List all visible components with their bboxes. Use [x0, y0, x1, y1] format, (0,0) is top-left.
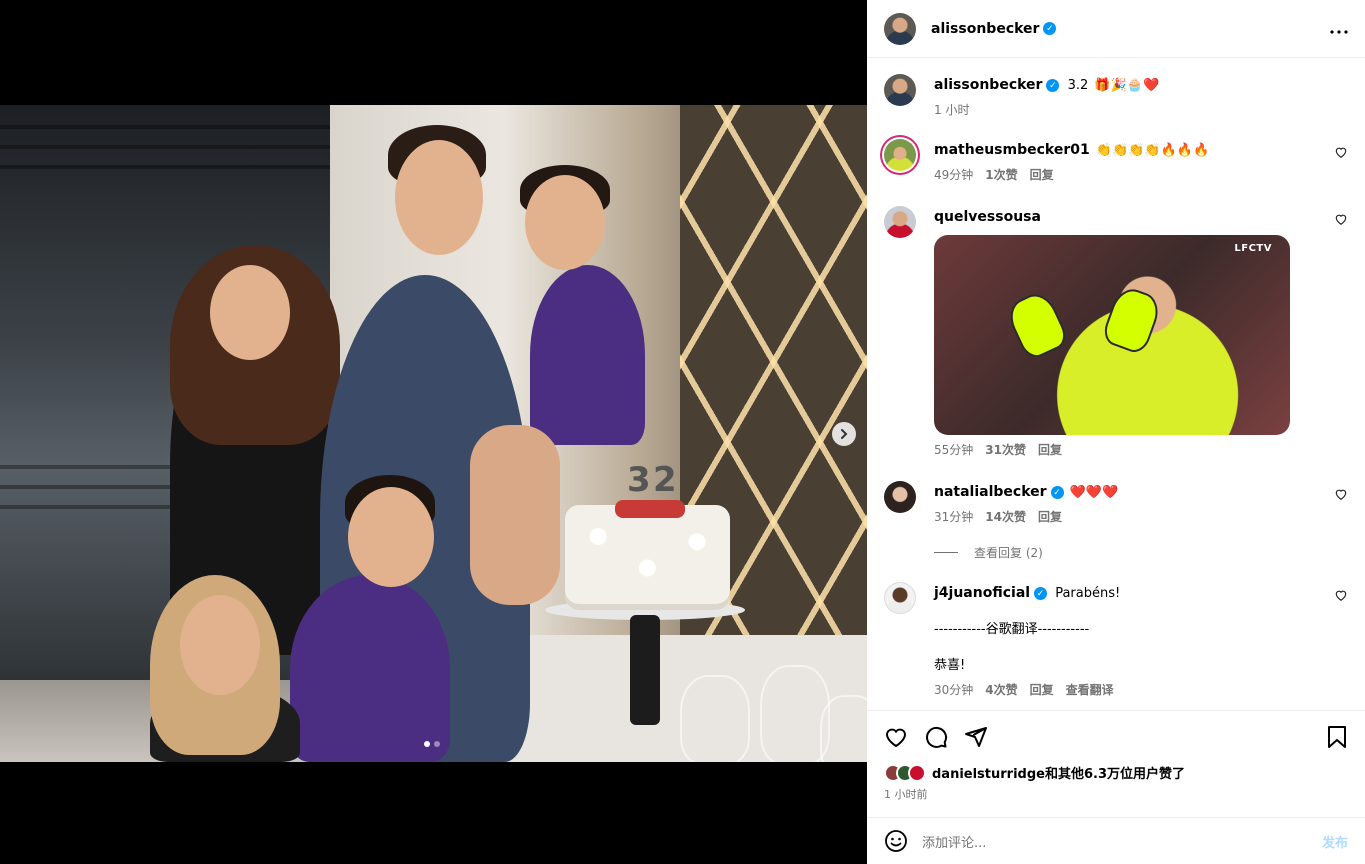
comment-emojis: ❤️❤️❤️ [1069, 485, 1119, 500]
share-paper-plane-icon[interactable] [964, 725, 988, 749]
carousel-dot-active [424, 741, 430, 747]
like-heart-icon[interactable] [884, 725, 908, 749]
post-time: 1 小时前 [884, 788, 928, 801]
candle-3: 3 [627, 460, 651, 500]
post-header: alissonbecker ✓ [867, 0, 1365, 58]
reply-button[interactable]: 回复 [1038, 441, 1062, 458]
carousel-dot [434, 741, 440, 747]
liker-avatar [908, 763, 926, 782]
reply-button[interactable]: 回复 [1038, 508, 1062, 525]
wine-glass [680, 675, 750, 762]
chevron-right-icon [841, 429, 848, 439]
more-horizontal-icon [1330, 29, 1348, 34]
commenter-avatar[interactable] [884, 206, 916, 238]
cake-strawberries [615, 500, 685, 518]
comment-username[interactable]: matheusmbecker01 [934, 142, 1090, 158]
verified-badge-icon: ✓ [1043, 22, 1057, 35]
comment-input[interactable]: 添加评论... [922, 832, 1322, 851]
comment-time: 55分钟 [934, 443, 974, 457]
gif-watermark: LFCTV [1234, 243, 1272, 254]
post-media: 3 2 [0, 0, 867, 864]
glove-shape [1100, 283, 1164, 357]
caption-text: 3.2 [1067, 78, 1089, 93]
post-photo[interactable]: 3 2 [0, 105, 867, 762]
more-options-button[interactable] [1330, 20, 1348, 38]
heart-icon[interactable] [1334, 145, 1348, 159]
see-translation-button[interactable]: 查看翻译 [1066, 681, 1114, 698]
family-group [150, 125, 670, 762]
author-username[interactable]: alissonbecker [931, 21, 1039, 37]
caption-username[interactable]: alissonbecker [934, 77, 1042, 93]
verified-badge-icon: ✓ [1046, 79, 1060, 92]
comment-likes[interactable]: 4次赞 [985, 681, 1017, 698]
view-replies-label: 查看回复 (2) [974, 546, 1043, 560]
commenter-avatar[interactable] [884, 139, 916, 171]
cake-stand-stem [630, 615, 660, 725]
commenter-avatar[interactable] [884, 481, 916, 513]
comment-likes[interactable]: 1次赞 [985, 166, 1017, 183]
caption-avatar[interactable] [884, 74, 916, 106]
verified-badge-icon: ✓ [1034, 587, 1048, 600]
comment-username[interactable]: j4juanoficial [934, 585, 1030, 601]
carousel-next-button[interactable] [832, 422, 856, 446]
translate-header: -----------谷歌翻译----------- [934, 622, 1090, 637]
caption-time: 1 小时 [934, 103, 970, 117]
emoji-smiley-icon[interactable] [884, 829, 908, 853]
likes-text[interactable]: danielsturridge和其他6.3万位用户赞了 [932, 763, 1185, 782]
comment-text: Parabéns! [1055, 586, 1121, 601]
author-avatar[interactable] [884, 12, 916, 45]
comment-likes[interactable]: 14次赞 [985, 508, 1026, 525]
commenter-avatar[interactable] [884, 582, 916, 614]
post-comment-button[interactable]: 发布 [1322, 832, 1348, 851]
reply-button[interactable]: 回复 [1030, 166, 1054, 183]
post-actions: danielsturridge和其他6.3万位用户赞了 1 小时前 [867, 710, 1365, 802]
comment-username[interactable]: natalialbecker [934, 484, 1047, 500]
wine-glass [820, 695, 867, 762]
divider-dash [934, 552, 958, 553]
comment-time: 30分钟 [934, 683, 974, 697]
view-replies-button[interactable]: 查看回复 (2) [934, 544, 1043, 561]
heart-icon[interactable] [1334, 487, 1348, 501]
candle-2: 2 [653, 460, 677, 500]
comment-gif[interactable]: LFCTV [934, 235, 1290, 435]
comment-likes[interactable]: 31次赞 [985, 441, 1026, 458]
translated-text: 恭喜! [934, 658, 966, 673]
glove-shape [1003, 288, 1071, 362]
carousel-indicator [424, 741, 440, 747]
birthday-cake [565, 505, 730, 610]
comment-time: 31分钟 [934, 510, 974, 524]
comment-username[interactable]: quelvessousa [934, 209, 1041, 225]
heart-icon[interactable] [1334, 212, 1348, 226]
action-icons [884, 725, 1348, 749]
verified-badge-icon: ✓ [1050, 486, 1064, 499]
comment-time: 49分钟 [934, 168, 974, 182]
caption-emojis: 🎁🎉🧁❤️ [1094, 78, 1160, 93]
bookmark-icon[interactable] [1326, 725, 1348, 749]
reply-button[interactable]: 回复 [1030, 681, 1054, 698]
likes-summary[interactable]: danielsturridge和其他6.3万位用户赞了 [884, 763, 1348, 782]
post-side-panel: alissonbecker ✓ alissonbecker ✓ 3.2 🎁🎉🧁❤️ [867, 0, 1365, 864]
comment-emojis: 👏👏👏👏🔥🔥🔥 [1095, 143, 1210, 158]
add-comment-bar: 添加评论... 发布 [867, 817, 1365, 864]
heart-icon[interactable] [1334, 588, 1348, 602]
comment-bubble-icon[interactable] [924, 725, 948, 749]
comments-list[interactable]: alissonbecker ✓ 3.2 🎁🎉🧁❤️ 1 小时 matheusmbe… [867, 58, 1365, 710]
instagram-post-modal: 3 2 alissonbecker ✓ alissonbecker ✓ 3.2 … [0, 0, 1365, 864]
